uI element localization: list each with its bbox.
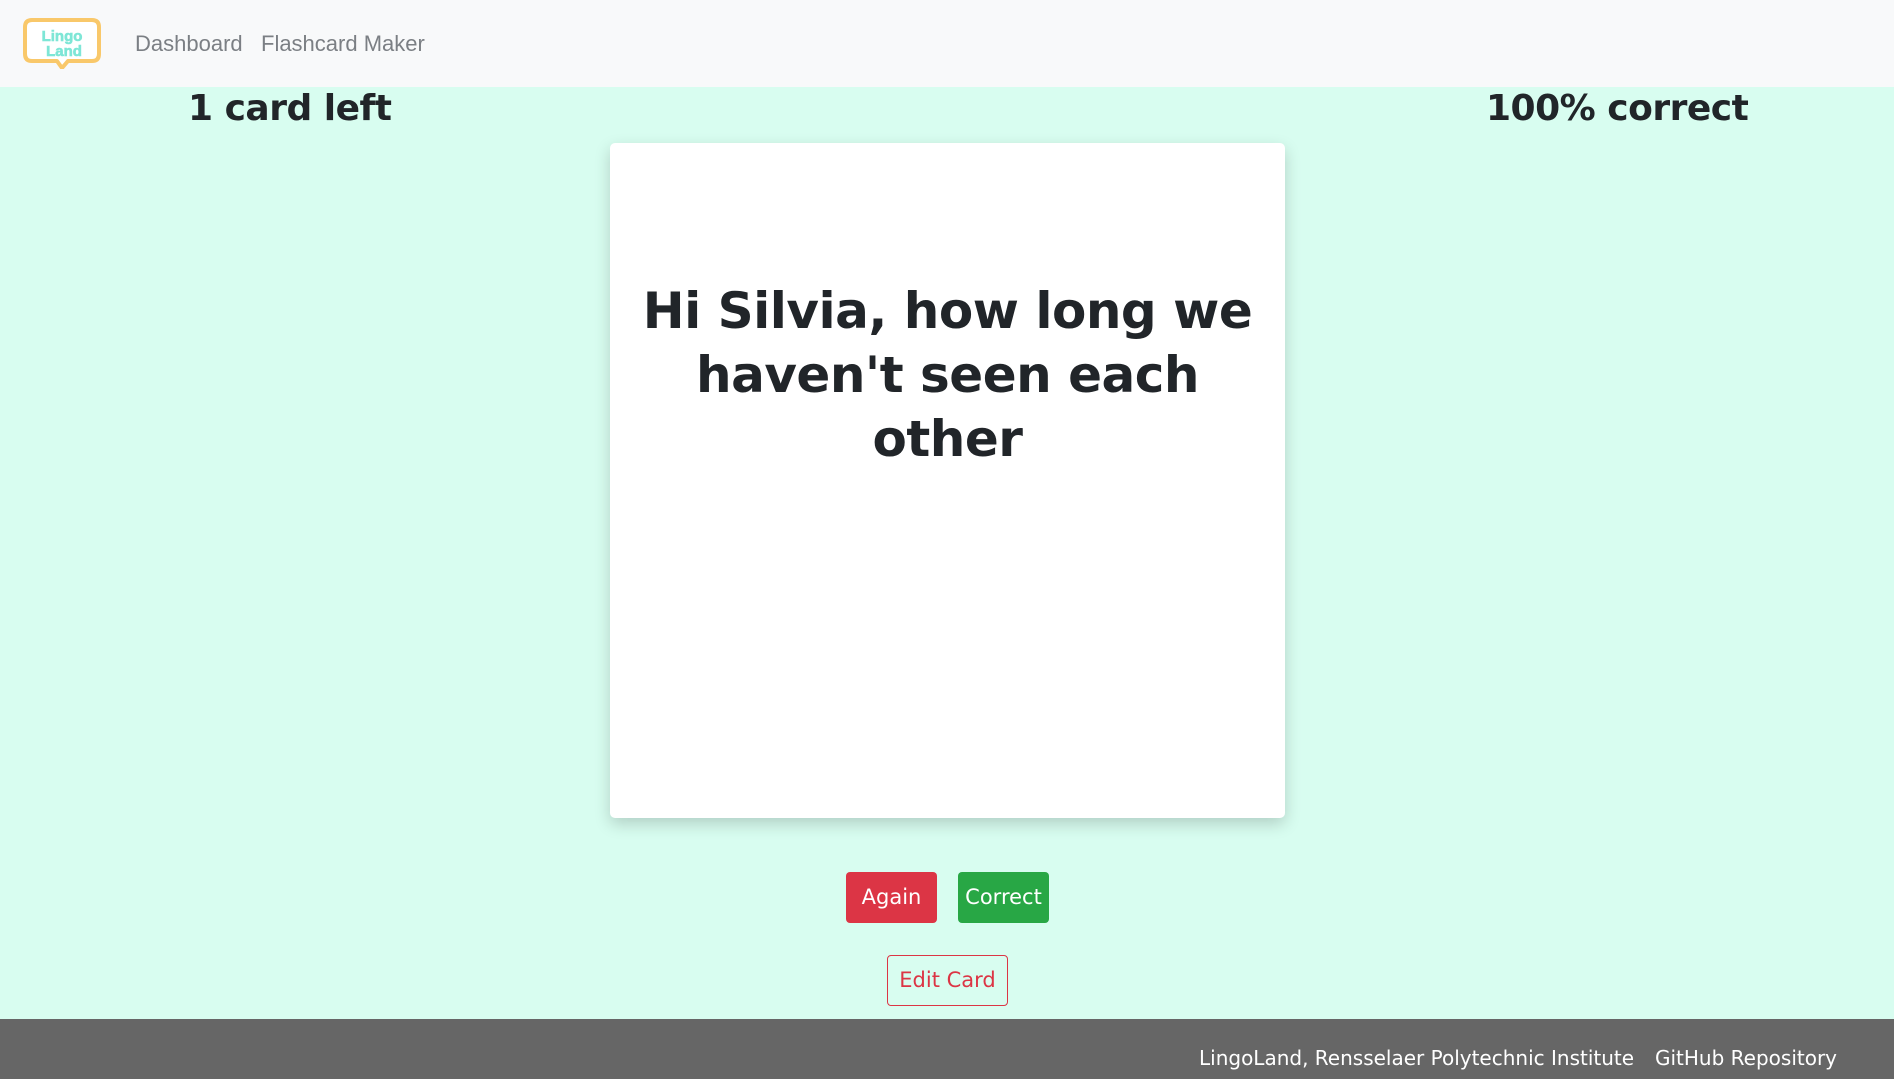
correct-button[interactable]: Correct — [958, 872, 1049, 923]
flashcard-text: Hi Silvia, how long we haven't seen each… — [640, 279, 1255, 471]
svg-text:Land: Land — [46, 43, 82, 60]
navbar: Lingo Land Dashboard Flashcard Maker — [0, 0, 1894, 87]
footer: LingoLand, Rensselaer Polytechnic Instit… — [0, 1019, 1894, 1079]
footer-link-institution[interactable]: LingoLand, Rensselaer Polytechnic Instit… — [1199, 1046, 1634, 1070]
lingoland-logo[interactable]: Lingo Land — [22, 17, 102, 69]
nav-link-dashboard[interactable]: Dashboard — [135, 31, 243, 57]
again-button[interactable]: Again — [846, 872, 937, 923]
nav-link-flashcard-maker[interactable]: Flashcard Maker — [261, 31, 425, 57]
flashcard-text-line-2: haven't seen each other — [695, 346, 1200, 468]
flashcard[interactable]: Hi Silvia, how long we haven't seen each… — [610, 143, 1285, 818]
percent-correct-counter: 100% correct — [1486, 88, 1749, 129]
flashcard-text-line-1: Hi Silvia, how long we — [642, 282, 1253, 340]
cards-left-counter: 1 card left — [188, 88, 392, 129]
footer-link-github-repository[interactable]: GitHub Repository — [1655, 1046, 1837, 1070]
edit-card-button[interactable]: Edit Card — [887, 955, 1008, 1006]
